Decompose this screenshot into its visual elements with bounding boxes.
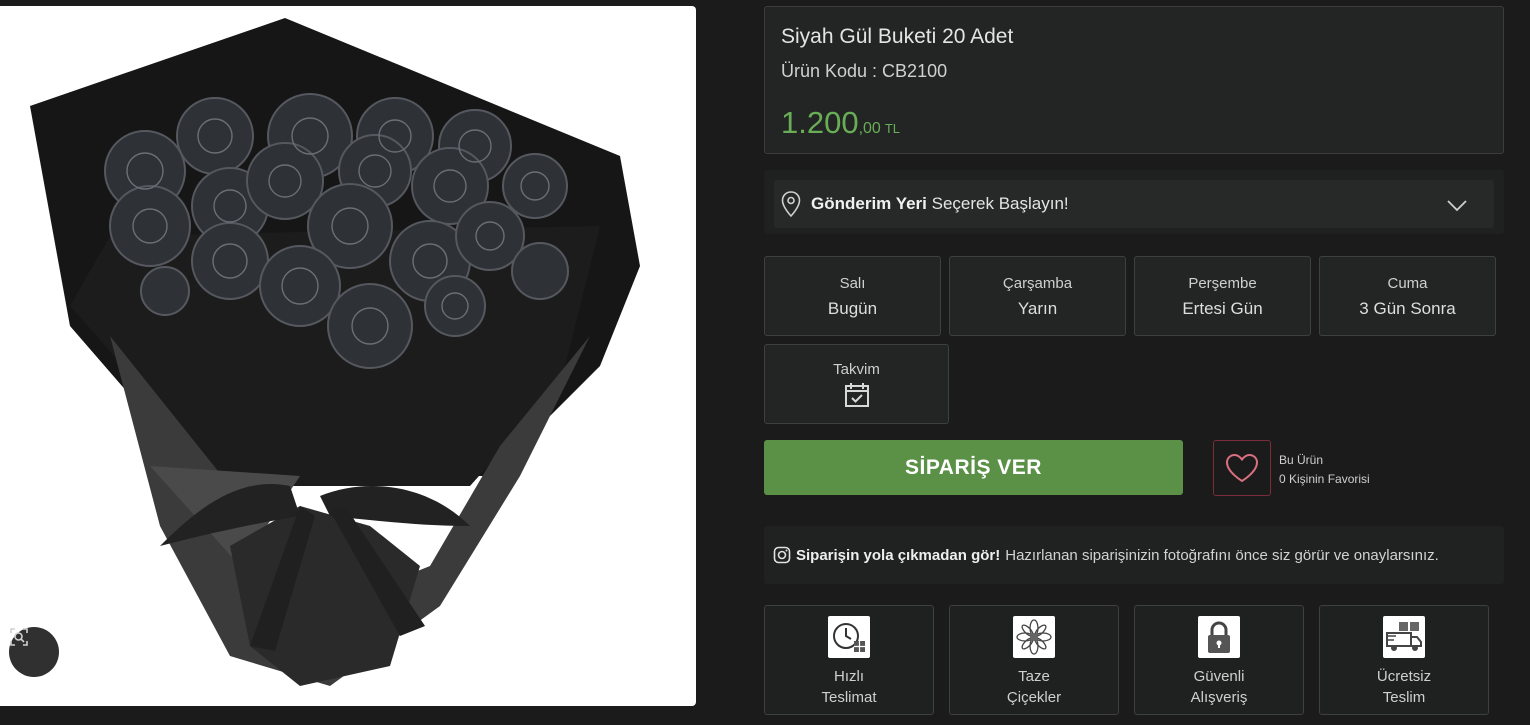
- photo-note-text: Hazırlanan siparişinizin fotoğrafını önc…: [1005, 546, 1439, 564]
- location-prompt-rest: Seçerek Başlayın!: [926, 194, 1069, 213]
- heart-icon: [1225, 453, 1259, 483]
- delivery-day-name: Perşembe: [1188, 275, 1257, 292]
- feature-free-delivery: Ücretsiz Teslim: [1319, 605, 1489, 715]
- delivery-truck-icon: [1383, 616, 1425, 658]
- price-currency: TL: [884, 121, 900, 136]
- product-price: 1.200,00 TL: [781, 105, 900, 141]
- clock-gift-icon: [828, 616, 870, 658]
- calendar-label: Takvim: [833, 361, 880, 378]
- camera-icon: [773, 546, 791, 564]
- map-pin-icon: [781, 191, 801, 217]
- flower-icon: [1013, 616, 1055, 658]
- order-button[interactable]: SİPARİŞ VER: [764, 440, 1183, 495]
- favorite-button[interactable]: [1213, 440, 1271, 496]
- feature-line2: Teslim: [1382, 689, 1426, 706]
- product-title: Siyah Gül Buketi 20 Adet: [781, 25, 1014, 48]
- feature-line1: Taze: [1018, 668, 1050, 685]
- feature-line1: Ücretsiz: [1376, 668, 1432, 685]
- feature-line1: Hızlı: [834, 668, 864, 685]
- delivery-day-name: Cuma: [1387, 275, 1428, 292]
- favorite-line1: Bu Ürün: [1279, 453, 1324, 467]
- feature-fresh-flowers: Taze Çiçekler: [949, 605, 1119, 715]
- calendar-button[interactable]: Takvim: [764, 344, 949, 424]
- zoom-scan-icon: [10, 628, 28, 646]
- delivery-day-name: Salı: [839, 275, 866, 292]
- black-rose-bouquet-image: [30, 18, 640, 686]
- delivery-day-next[interactable]: Perşembe Ertesi Gün: [1134, 256, 1311, 336]
- delivery-day-label: 3 Gün Sonra: [1359, 299, 1456, 318]
- photo-preview-note: Siparişin yola çıkmadan gör! Hazırlanan …: [764, 526, 1504, 584]
- feature-line2: Alışveriş: [1190, 689, 1248, 706]
- location-section: Gönderim Yeri Seçerek Başlayın!: [764, 170, 1504, 234]
- feature-fast-delivery: Hızlı Teslimat: [764, 605, 934, 715]
- delivery-day-label: Ertesi Gün: [1182, 299, 1263, 318]
- delivery-day-tomorrow[interactable]: Çarşamba Yarın: [949, 256, 1126, 336]
- feature-line1: Güvenli: [1193, 668, 1245, 685]
- photo-note-title: Siparişin yola çıkmadan gör!: [796, 546, 1001, 564]
- location-selector[interactable]: Gönderim Yeri Seçerek Başlayın!: [774, 180, 1494, 228]
- favorite-count-text: Bu Ürün 0 Kişinin Favorisi: [1279, 451, 1370, 489]
- price-integer: 1.200: [781, 105, 859, 140]
- delivery-day-today[interactable]: Salı Bugün: [764, 256, 941, 336]
- padlock-icon: [1198, 616, 1240, 658]
- zoom-button[interactable]: [9, 627, 59, 677]
- feature-secure-shopping: Güvenli Alışveriş: [1134, 605, 1304, 715]
- chevron-down-icon[interactable]: [1446, 194, 1468, 221]
- location-prompt-bold: Gönderim Yeri: [811, 194, 927, 213]
- favorite-line2: 0 Kişinin Favorisi: [1279, 472, 1370, 486]
- price-decimal: ,00: [858, 120, 881, 137]
- delivery-day-label: Yarın: [1017, 299, 1058, 318]
- location-prompt: Gönderim Yeri Seçerek Başlayın!: [811, 194, 1069, 214]
- delivery-day-label: Bugün: [827, 299, 878, 318]
- feature-line2: Çiçekler: [1006, 689, 1062, 706]
- calendar-check-icon: [844, 383, 869, 407]
- delivery-day-name: Çarşamba: [1002, 275, 1073, 292]
- product-code: Ürün Kodu : CB2100: [781, 61, 948, 81]
- delivery-day-3-days[interactable]: Cuma 3 Gün Sonra: [1319, 256, 1496, 336]
- product-image[interactable]: [0, 6, 696, 706]
- feature-line2: Teslimat: [821, 689, 877, 706]
- product-info-box: Siyah Gül Buketi 20 Adet Ürün Kodu : CB2…: [764, 6, 1504, 154]
